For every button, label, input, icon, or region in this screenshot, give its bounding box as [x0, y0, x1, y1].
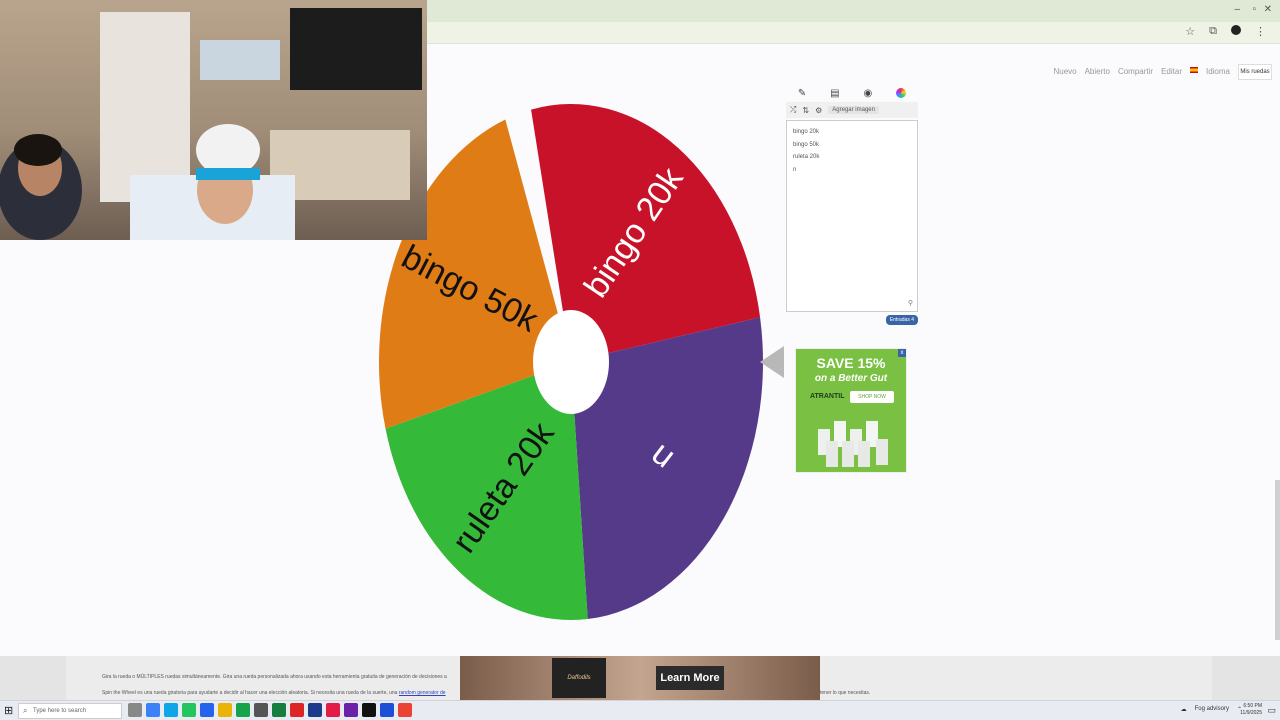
footer-line-1: Gira la rueda o MÚLTIPLES ruedas simultá… [102, 674, 447, 680]
chrome-icon[interactable] [236, 703, 250, 717]
entries-count-badge: Entradas 4 [885, 315, 918, 325]
nav-edit[interactable]: Editar [1161, 67, 1182, 76]
my-wheels-button[interactable]: Mis ruedas [1238, 64, 1272, 80]
editor-toolbar: ✎ ▤ ◉ [786, 84, 918, 102]
random-generator-link[interactable]: random generator de [399, 690, 446, 696]
pencil-icon[interactable]: ✎ [798, 88, 806, 99]
bottom-ad-banner[interactable]: Daffodils Learn More [460, 656, 820, 700]
app-icon[interactable] [380, 703, 394, 717]
app-icon[interactable] [200, 703, 214, 717]
entries-editor: ✎ ▤ ◉ ⤮ ⇅ ⚙ Agregar imagen bingo 20k bin… [786, 84, 918, 329]
ad-headline: SAVE 15% [816, 355, 886, 371]
entry-line: n [793, 166, 797, 173]
webcam-overlay [0, 0, 427, 240]
profile-icon[interactable] [1231, 25, 1241, 35]
taskbar-apps [128, 703, 412, 717]
wheel-graphic[interactable]: bingo 20knruleta 20kbingo 50k [378, 102, 764, 622]
app-icon[interactable] [146, 703, 160, 717]
weather-icon[interactable]: ☁ [1181, 706, 1187, 713]
search-placeholder: Type here to search [33, 708, 87, 714]
app-icon[interactable] [344, 703, 358, 717]
entries-textarea[interactable]: bingo 20k bingo 50k ruleta 20k n ⚲ [786, 120, 918, 312]
footer-line-2-text: Spin the Wheel es una rueda giratoria pa… [102, 690, 398, 696]
flag-icon[interactable] [1189, 67, 1198, 73]
folder-icon[interactable] [218, 703, 232, 717]
nav-open[interactable]: Abierto [1085, 67, 1110, 76]
learn-more-button[interactable]: Learn More [656, 666, 724, 690]
nav-share[interactable]: Compartir [1118, 67, 1153, 76]
bookmark-star-icon[interactable]: ☆ [1185, 25, 1195, 38]
ad-subline: on a Better Gut [814, 373, 888, 384]
shuffle-icon[interactable]: ⤮ [790, 105, 796, 115]
maximize-button[interactable]: ▫ [1252, 4, 1256, 15]
app-icon[interactable] [290, 703, 304, 717]
ad-banner[interactable]: x SAVE 15% on a Better Gut ATRANTIL SHOP… [795, 348, 907, 473]
clock-date: 11/9/2025 [1240, 710, 1262, 716]
editor-actions: ⤮ ⇅ ⚙ Agregar imagen [786, 102, 918, 118]
spin-wheel[interactable]: bingo 20k n ruleta 20k bingo 50k [378, 102, 764, 622]
app-icon[interactable] [326, 703, 340, 717]
add-image-button[interactable]: Agregar imagen [828, 106, 879, 114]
app-icon[interactable] [254, 703, 268, 717]
app-icon[interactable] [164, 703, 178, 717]
app-icon[interactable] [308, 703, 322, 717]
settings-icon[interactable]: ⚙ [815, 106, 822, 115]
top-navigation: Nuevo Abierto Compartir Editar Idioma [1053, 67, 1230, 76]
resize-handle-icon[interactable]: ⚲ [908, 299, 913, 307]
entry-line: bingo 50k [793, 141, 820, 148]
app-icon[interactable] [362, 703, 376, 717]
windows-taskbar: ⊞ ⌕ Type here to search ☁ Fog advisory ⌃… [0, 700, 1280, 720]
close-window-button[interactable]: ✕ [1264, 4, 1272, 15]
taskbar-clock[interactable]: 6:50 PM 11/9/2025 [1240, 703, 1262, 717]
wheel-pointer-icon [760, 346, 784, 378]
search-icon: ⌕ [23, 706, 28, 715]
nav-new[interactable]: Nuevo [1053, 67, 1076, 76]
webcam-image [0, 8, 422, 240]
sort-icon[interactable]: ⇅ [802, 106, 809, 115]
banner-logo: Daffodils [552, 658, 606, 698]
system-tray: ☁ Fog advisory ⌃ [1181, 706, 1242, 713]
clipboard-icon[interactable]: ▤ [830, 88, 839, 99]
footer-line-2: Spin the Wheel es una rueda giratoria pa… [102, 690, 446, 696]
taskbar-search-input[interactable]: ⌕ Type here to search [18, 703, 122, 719]
chrome-icon[interactable] [398, 703, 412, 717]
ad-brand: ATRANTIL [810, 393, 845, 400]
nav-language[interactable]: Idioma [1206, 67, 1230, 76]
wheel-center-hub[interactable] [533, 310, 609, 414]
weather-text[interactable]: Fog advisory [1195, 706, 1229, 713]
ad-shop-button[interactable]: SHOP NOW [850, 391, 894, 403]
eye-icon[interactable]: ◉ [863, 88, 872, 99]
footer-line-2-end: tener lo que necesitas. [820, 690, 871, 696]
notification-icon[interactable]: ▭ [1267, 705, 1276, 716]
entry-line: bingo 20k [793, 129, 820, 135]
minimize-button[interactable]: – [1234, 4, 1240, 15]
task-view-icon[interactable] [128, 703, 142, 717]
ad-product-image [818, 421, 888, 467]
extensions-icon[interactable]: ⧉ [1209, 25, 1217, 38]
clock-time: 6:50 PM [1243, 703, 1262, 709]
entry-line: ruleta 20k [793, 154, 820, 160]
windows-start-icon[interactable]: ⊞ [4, 704, 13, 717]
excel-icon[interactable] [272, 703, 286, 717]
app-icon[interactable] [182, 703, 196, 717]
palette-icon[interactable] [896, 88, 907, 98]
browser-menu-icon[interactable]: ⋮ [1255, 25, 1266, 38]
page-scrollbar[interactable] [1275, 480, 1280, 640]
